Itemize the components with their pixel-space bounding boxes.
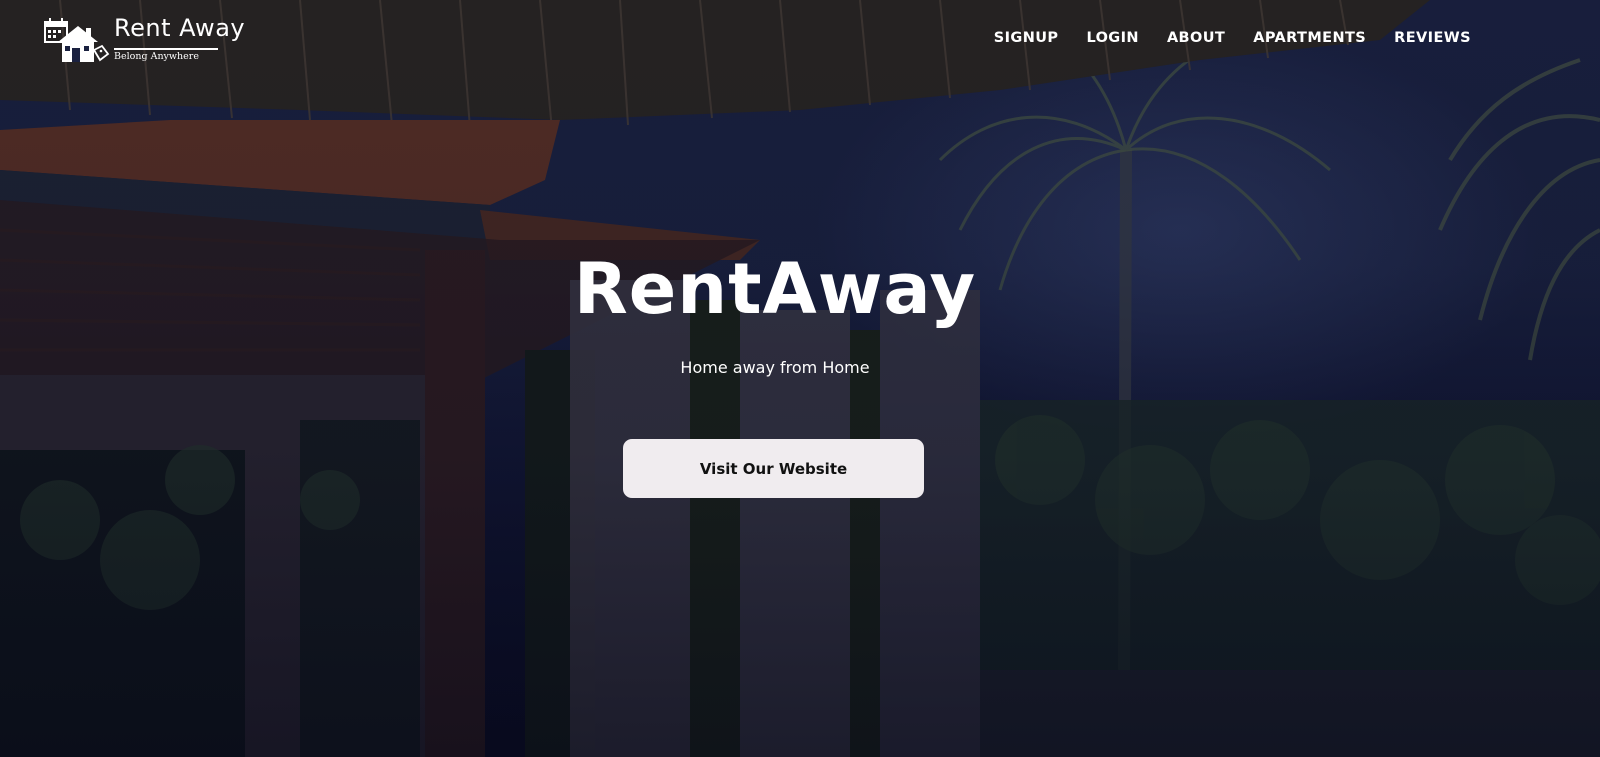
- visit-website-button[interactable]: Visit Our Website: [623, 439, 924, 498]
- hero-subtitle: Home away from Home: [680, 358, 870, 377]
- brand-tagline: Belong Anywhere: [114, 51, 199, 62]
- nav-link-reviews[interactable]: REVIEWS: [1394, 30, 1471, 46]
- hero-section: Rent Away Belong Anywhere SIGNUP LOGIN A…: [0, 0, 1600, 757]
- brand-underline: [114, 48, 218, 50]
- nav-link-signup[interactable]: SIGNUP: [994, 30, 1059, 46]
- nav-link-apartments[interactable]: APARTMENTS: [1253, 30, 1366, 46]
- dark-overlay: [0, 0, 1600, 757]
- hero-title: RentAway: [573, 248, 977, 330]
- nav-link-login[interactable]: LOGIN: [1086, 30, 1138, 46]
- nav-link-about[interactable]: ABOUT: [1167, 30, 1225, 46]
- brand-name: Rent Away: [114, 14, 246, 42]
- house-calendar-tag-icon: [44, 18, 110, 62]
- brand-logo[interactable]: Rent Away Belong Anywhere: [44, 14, 245, 66]
- main-nav: SIGNUP LOGIN ABOUT APARTMENTS REVIEWS: [994, 30, 1471, 46]
